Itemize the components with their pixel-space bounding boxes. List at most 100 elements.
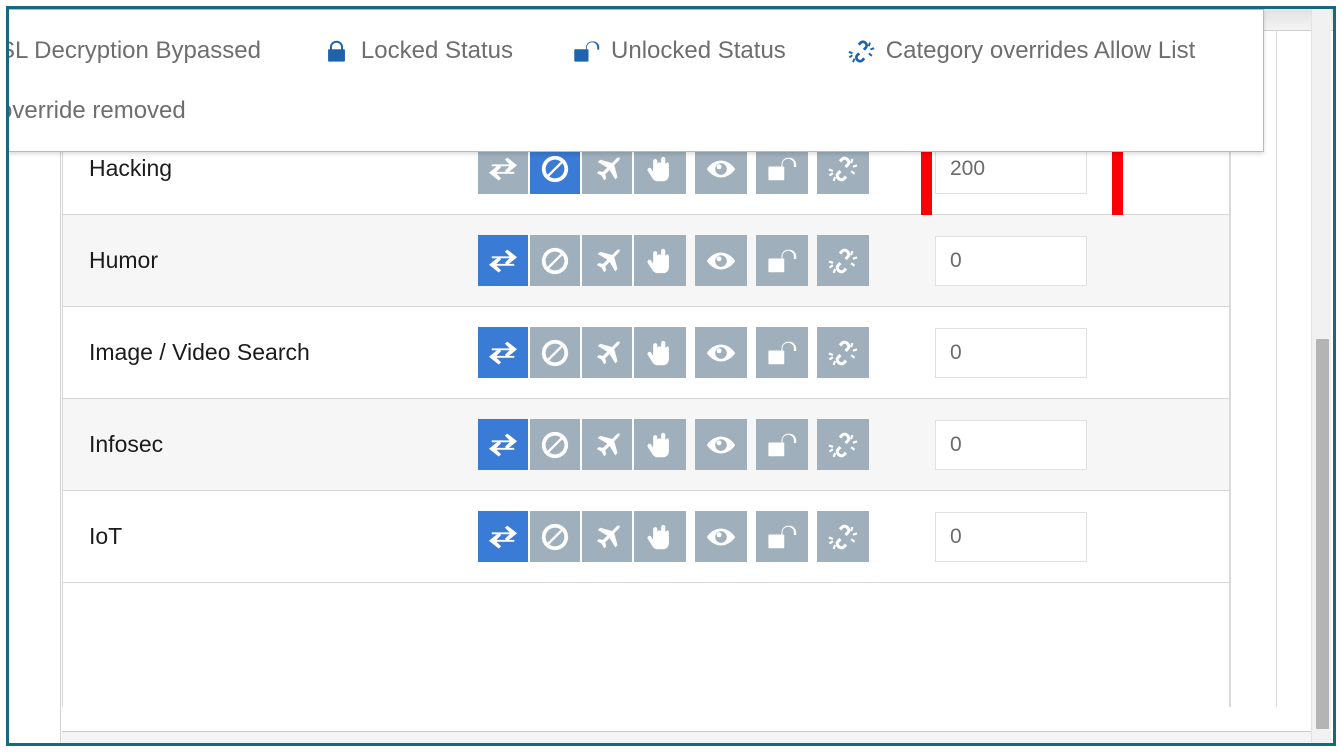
action-button-block[interactable]: [530, 235, 582, 286]
action-button-cluster: [478, 419, 686, 470]
limit-field-wrap: [935, 511, 1087, 562]
action-button-cluster: [817, 419, 869, 470]
swap-arrows-icon: [488, 430, 518, 460]
table-footer-strip: [62, 731, 1311, 743]
vertical-scrollbar-thumb[interactable]: [1316, 339, 1329, 729]
action-button-cluster: [756, 419, 808, 470]
airplane-icon: [592, 246, 622, 276]
action-button-block[interactable]: [530, 419, 582, 470]
action-button-eye[interactable]: [695, 327, 747, 378]
action-button-block[interactable]: [530, 327, 582, 378]
legend-item-label: SL Decryption Bypassed: [6, 37, 261, 64]
legend-item-label: Category overrides Allow List: [885, 37, 1196, 64]
action-button-lock-open[interactable]: [756, 511, 808, 562]
airplane-icon: [592, 338, 622, 368]
lock-open-icon: [573, 38, 600, 65]
quota-limit-input[interactable]: [935, 511, 1087, 562]
action-button-hand[interactable]: [634, 419, 686, 470]
limit-field-wrap: [935, 419, 1087, 470]
hand-icon: [645, 154, 675, 184]
action-button-swap-arrows[interactable]: [478, 235, 530, 286]
eye-icon: [706, 246, 736, 276]
block-icon: [540, 338, 570, 368]
eye-icon: [706, 154, 736, 184]
quota-limit-input[interactable]: [935, 327, 1087, 378]
action-button-cluster: [695, 511, 747, 562]
airplane-icon: [592, 154, 622, 184]
swap-arrows-icon: [488, 338, 518, 368]
action-button-swap-arrows[interactable]: [478, 419, 530, 470]
action-button-eye[interactable]: [695, 511, 747, 562]
action-button-group: [478, 327, 913, 378]
action-button-eye[interactable]: [695, 235, 747, 286]
lock-closed-icon: [323, 38, 350, 65]
limit-field-wrap: [935, 327, 1087, 378]
action-button-cluster: [817, 511, 869, 562]
table-right-column-b: [1277, 31, 1311, 707]
vertical-scrollbar[interactable]: [1311, 9, 1331, 743]
action-button-airplane[interactable]: [582, 327, 634, 378]
category-name: Hacking: [89, 155, 173, 181]
action-button-broken-link[interactable]: [817, 419, 869, 470]
action-button-broken-link[interactable]: [817, 327, 869, 378]
action-button-airplane[interactable]: [582, 419, 634, 470]
action-button-cluster: [695, 327, 747, 378]
action-button-cluster: [756, 327, 808, 378]
legend-item-label: override removed: [6, 97, 186, 124]
action-button-lock-open[interactable]: [756, 235, 808, 286]
action-button-cluster: [756, 235, 808, 286]
action-button-eye[interactable]: [695, 419, 747, 470]
block-icon: [540, 522, 570, 552]
action-button-cluster: [756, 511, 808, 562]
limit-field-wrap: [935, 235, 1087, 286]
action-button-lock-open[interactable]: [756, 419, 808, 470]
action-button-lock-open[interactable]: [756, 327, 808, 378]
action-button-airplane[interactable]: [582, 235, 634, 286]
legend-item-label: Unlocked Status: [611, 37, 786, 64]
quota-limit-input[interactable]: [935, 419, 1087, 470]
action-button-group: [478, 235, 913, 286]
table-row: Humor: [63, 215, 1229, 307]
table-row: IoT: [63, 491, 1229, 583]
action-button-swap-arrows[interactable]: [478, 327, 530, 378]
action-button-broken-link[interactable]: [817, 235, 869, 286]
category-name: IoT: [89, 523, 123, 549]
action-button-group: [478, 511, 913, 562]
broken-link-icon: [828, 338, 858, 368]
action-button-block[interactable]: [530, 511, 582, 562]
limit-cell: [913, 511, 1229, 562]
legend-row-secondary: override removed: [6, 94, 186, 128]
airplane-icon: [592, 522, 622, 552]
legend-item-unlocked-status: Unlocked Status: [573, 37, 786, 65]
action-button-hand[interactable]: [634, 235, 686, 286]
table-row: Image / Video Search: [63, 307, 1229, 399]
broken-link-icon: [848, 38, 875, 65]
eye-icon: [706, 430, 736, 460]
action-button-cluster: [695, 235, 747, 286]
hand-icon: [645, 430, 675, 460]
action-button-airplane[interactable]: [582, 511, 634, 562]
lock-open-icon: [767, 338, 797, 368]
limit-cell: [913, 419, 1229, 470]
action-button-cluster: [817, 327, 869, 378]
airplane-icon: [592, 430, 622, 460]
quota-limit-input[interactable]: [935, 235, 1087, 286]
action-button-swap-arrows[interactable]: [478, 511, 530, 562]
hand-icon: [645, 338, 675, 368]
category-name: Image / Video Search: [89, 339, 310, 365]
action-button-group: [478, 419, 913, 470]
action-button-cluster: [478, 235, 686, 286]
action-button-hand[interactable]: [634, 327, 686, 378]
action-button-hand[interactable]: [634, 511, 686, 562]
category-name: Infosec: [89, 431, 164, 457]
application-window: GovernmentHackingHumorImage / Video Sear…: [6, 6, 1336, 746]
legend-item-sl-decryption-bypassed: SL Decryption Bypassed: [6, 37, 261, 65]
eye-icon: [706, 338, 736, 368]
block-icon: [540, 246, 570, 276]
action-button-broken-link[interactable]: [817, 511, 869, 562]
eye-icon: [706, 522, 736, 552]
broken-link-icon: [828, 522, 858, 552]
block-icon: [540, 154, 570, 184]
hand-icon: [645, 246, 675, 276]
action-button-cluster: [817, 235, 869, 286]
